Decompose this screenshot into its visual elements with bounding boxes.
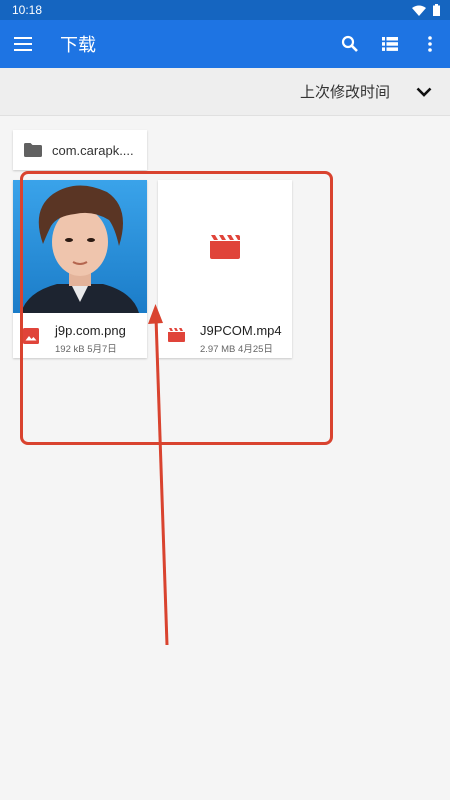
image-file-icon bbox=[23, 328, 39, 344]
file-meta: J9PCOM.mp4 2.97 MB 4月25日 bbox=[158, 313, 292, 355]
wifi-icon bbox=[412, 5, 426, 16]
status-icons bbox=[412, 4, 440, 16]
status-bar: 10:18 bbox=[0, 0, 450, 20]
sort-bar[interactable]: 上次修改时间 bbox=[0, 68, 450, 116]
more-vert-icon bbox=[428, 36, 432, 52]
video-file-icon bbox=[168, 328, 185, 342]
view-toggle-button[interactable] bbox=[370, 20, 410, 68]
file-size: 2.97 MB bbox=[200, 344, 236, 355]
file-date: 4月25日 bbox=[238, 344, 273, 355]
search-icon bbox=[341, 35, 358, 52]
menu-button[interactable] bbox=[0, 20, 46, 68]
movie-icon bbox=[210, 234, 240, 259]
search-button[interactable] bbox=[330, 20, 370, 68]
image-thumbnail bbox=[13, 180, 147, 313]
file-details: 2.97 MB 4月25日 bbox=[200, 341, 282, 355]
chevron-down-icon[interactable] bbox=[416, 87, 432, 97]
folder-item[interactable]: com.carapk.... bbox=[13, 130, 147, 170]
view-list-icon bbox=[382, 37, 398, 51]
file-item[interactable]: j9p.com.png 192 kB 5月7日 bbox=[13, 180, 147, 358]
file-details: 192 kB 5月7日 bbox=[55, 341, 126, 355]
status-time: 10:18 bbox=[12, 3, 43, 17]
folder-name: com.carapk.... bbox=[52, 142, 134, 158]
file-size: 192 kB bbox=[55, 344, 85, 355]
menu-icon bbox=[14, 37, 32, 51]
more-options-button[interactable] bbox=[410, 20, 450, 68]
annotation-arrow bbox=[148, 304, 169, 646]
file-name: j9p.com.png bbox=[55, 323, 126, 338]
battery-icon bbox=[433, 4, 440, 16]
portrait-thumbnail-image bbox=[13, 180, 147, 313]
file-meta: j9p.com.png 192 kB 5月7日 bbox=[13, 313, 147, 355]
file-date: 5月7日 bbox=[87, 344, 117, 355]
sort-label[interactable]: 上次修改时间 bbox=[300, 81, 390, 102]
app-bar: 下载 bbox=[0, 20, 450, 68]
video-thumbnail bbox=[158, 180, 292, 313]
file-name: J9PCOM.mp4 bbox=[200, 323, 282, 338]
page-title: 下载 bbox=[60, 35, 96, 55]
folder-icon bbox=[24, 143, 42, 157]
file-item[interactable]: J9PCOM.mp4 2.97 MB 4月25日 bbox=[158, 180, 292, 358]
